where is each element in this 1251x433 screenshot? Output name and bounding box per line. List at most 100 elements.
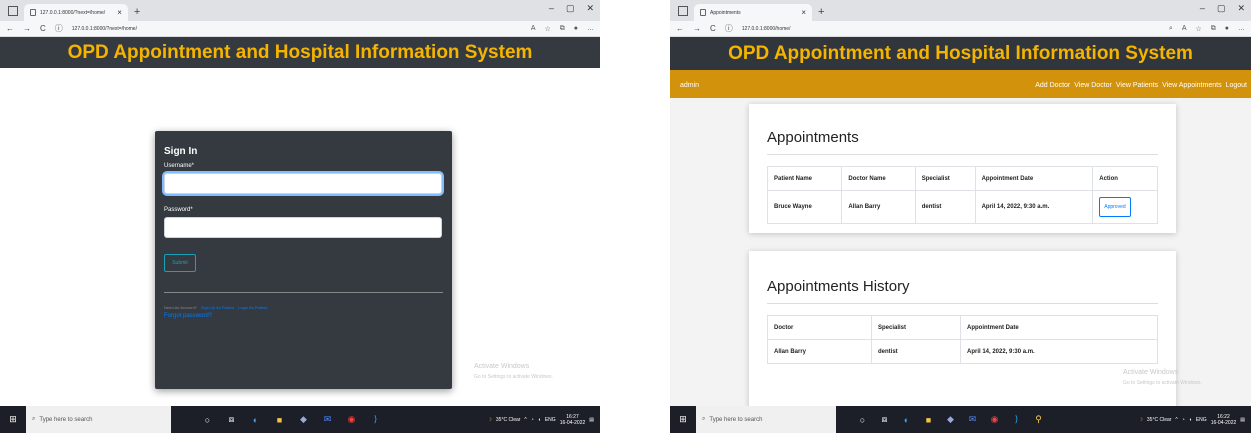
url-field[interactable]: 127.0.0.1:8000/?next=/home/	[72, 26, 137, 32]
language-text[interactable]: ENG	[545, 417, 556, 423]
password-input[interactable]	[164, 217, 442, 238]
password-label: Password*	[164, 207, 193, 213]
refresh-icon[interactable]: C	[710, 24, 716, 33]
wifi-icon[interactable]: ◔	[531, 417, 534, 423]
refresh-icon[interactable]: C	[40, 24, 46, 33]
browser-tab[interactable]: Appointments ×	[694, 4, 812, 21]
forward-icon[interactable]: →	[23, 24, 31, 33]
windows-start-icon[interactable]: ⊞	[670, 406, 696, 433]
browser-tab[interactable]: 127.0.0.1:8000/?next=/home/ ×	[24, 4, 128, 21]
search-page-icon[interactable]: ⌕	[1169, 25, 1173, 33]
new-tab-icon[interactable]: +	[134, 6, 140, 18]
task-view-icon[interactable]: ⧈	[225, 414, 238, 425]
volume-icon[interactable]: ◖	[538, 417, 541, 423]
signup-patient-link[interactable]: Sign Up As Patient	[201, 305, 234, 310]
search-app-icon[interactable]: ○	[856, 415, 869, 425]
weather-text[interactable]: 35°C Clear	[1147, 417, 1172, 423]
language-text[interactable]: ENG	[1196, 417, 1207, 423]
signin-screenshot: 127.0.0.1:8000/?next=/home/ × + – ▢ ✕ ← → …	[0, 0, 600, 433]
back-icon[interactable]: ←	[6, 24, 14, 33]
tray-chevron-icon[interactable]: ^	[1175, 417, 1177, 423]
close-tab-icon[interactable]: ×	[109, 8, 122, 17]
nav-logout[interactable]: Logout	[1226, 82, 1247, 89]
vscode-icon[interactable]: ⟩	[1010, 414, 1023, 425]
python-icon[interactable]: ⚲	[1032, 414, 1045, 425]
menu-icon[interactable]: …	[1238, 25, 1245, 33]
store-icon[interactable]: ◆	[944, 414, 957, 425]
menu-icon[interactable]: …	[587, 25, 594, 33]
profile-icon[interactable]: ●	[1225, 25, 1229, 33]
mail-icon[interactable]: ✉	[321, 414, 334, 425]
explorer-icon[interactable]: ■	[922, 415, 935, 425]
collections-icon[interactable]: ⧉	[560, 25, 565, 33]
url-field[interactable]: 127.0.0.1:8000/home/	[742, 26, 791, 32]
search-icon: ⌕	[32, 416, 36, 422]
nav-view-patients[interactable]: View Patients	[1116, 82, 1158, 89]
activate-title: Activate Windows	[1123, 369, 1179, 376]
nav-view-doctor[interactable]: View Doctor	[1074, 82, 1112, 89]
forgot-password-link[interactable]: Forgot password?	[164, 313, 443, 319]
nav-add-doctor[interactable]: Add Doctor	[1035, 82, 1070, 89]
edge-icon[interactable]: ◐	[249, 415, 262, 425]
approved-button[interactable]: Approved	[1099, 197, 1131, 217]
activate-windows-watermark: Activate Windows Go to Settings to activ…	[474, 362, 553, 382]
username-input[interactable]	[164, 173, 442, 194]
appointment-date: April 14, 2022, 9:30 a.m.	[974, 190, 1094, 224]
close-window-icon[interactable]: ✕	[1237, 3, 1245, 14]
minimize-icon[interactable]: –	[1200, 3, 1205, 14]
submit-button[interactable]: Submit	[164, 254, 196, 272]
login-patient-link[interactable]: Login As Patient	[238, 305, 267, 310]
favorite-icon[interactable]: ☆	[544, 25, 550, 33]
tab-title: Appointments	[710, 9, 741, 16]
tray-chevron-icon[interactable]: ^	[524, 417, 526, 423]
explorer-icon[interactable]: ■	[273, 415, 286, 425]
window-icon[interactable]	[678, 6, 688, 16]
new-tab-icon[interactable]: +	[818, 6, 824, 18]
profile-icon[interactable]: ●	[574, 25, 578, 33]
taskbar-search[interactable]: ⌕ Type here to search	[696, 406, 836, 433]
taskbar-search[interactable]: ⌕ Type here to search	[26, 406, 171, 433]
windows-start-icon[interactable]: ⊞	[0, 406, 26, 433]
notification-icon[interactable]: ▤	[589, 417, 594, 423]
window-icon[interactable]	[8, 6, 18, 16]
search-icon: ⌕	[702, 416, 706, 422]
history-card: Appointments History Doctor Specialist A…	[749, 251, 1176, 406]
back-icon[interactable]: ←	[676, 24, 684, 33]
notification-icon[interactable]: ▤	[1240, 417, 1245, 423]
divider	[164, 292, 443, 293]
mail-icon[interactable]: ✉	[966, 414, 979, 425]
close-window-icon[interactable]: ✕	[586, 3, 594, 14]
volume-icon[interactable]: ◖	[1189, 417, 1192, 423]
clock[interactable]: 16:22 16-04-2022	[1211, 414, 1237, 426]
weather-icon[interactable]: ☽	[1138, 417, 1142, 423]
maximize-icon[interactable]: ▢	[566, 3, 575, 14]
vscode-icon[interactable]: ⟩	[369, 414, 382, 425]
read-aloud-icon[interactable]: A	[1182, 25, 1187, 33]
forward-icon[interactable]: →	[693, 24, 701, 33]
read-aloud-icon[interactable]: A	[531, 25, 536, 33]
info-icon[interactable]: ⓘ	[725, 23, 733, 34]
tab-title: 127.0.0.1:8000/?next=/home/	[40, 9, 106, 16]
nav-view-appointments[interactable]: View Appointments	[1162, 82, 1221, 89]
favorite-icon[interactable]: ☆	[1195, 25, 1201, 33]
search-app-icon[interactable]: ○	[201, 415, 214, 425]
col-header: Appointment Date	[974, 166, 1094, 191]
close-tab-icon[interactable]: ×	[793, 8, 806, 17]
browser-tab-bar: Appointments × + – ▢ ✕	[670, 0, 1251, 21]
edge-icon[interactable]: ◐	[900, 415, 913, 425]
chrome-icon[interactable]: ◉	[345, 414, 358, 425]
store-icon[interactable]: ◆	[297, 414, 310, 425]
info-icon[interactable]: ⓘ	[55, 23, 63, 34]
history-title: Appointments History	[767, 278, 1158, 304]
maximize-icon[interactable]: ▢	[1217, 3, 1226, 14]
clock[interactable]: 16:27 16-04-2022	[560, 414, 586, 426]
chrome-icon[interactable]: ◉	[988, 414, 1001, 425]
task-view-icon[interactable]: ⧈	[878, 414, 891, 425]
weather-text[interactable]: 35°C Clear	[496, 417, 521, 423]
table-row: Bruce Wayne Allan Barry dentist April 14…	[766, 190, 1158, 224]
minimize-icon[interactable]: –	[549, 3, 554, 14]
weather-icon[interactable]: ☽	[487, 417, 491, 423]
collections-icon[interactable]: ⧉	[1211, 25, 1216, 33]
wifi-icon[interactable]: ◔	[1182, 417, 1185, 423]
nav-user[interactable]: admin	[680, 82, 699, 89]
